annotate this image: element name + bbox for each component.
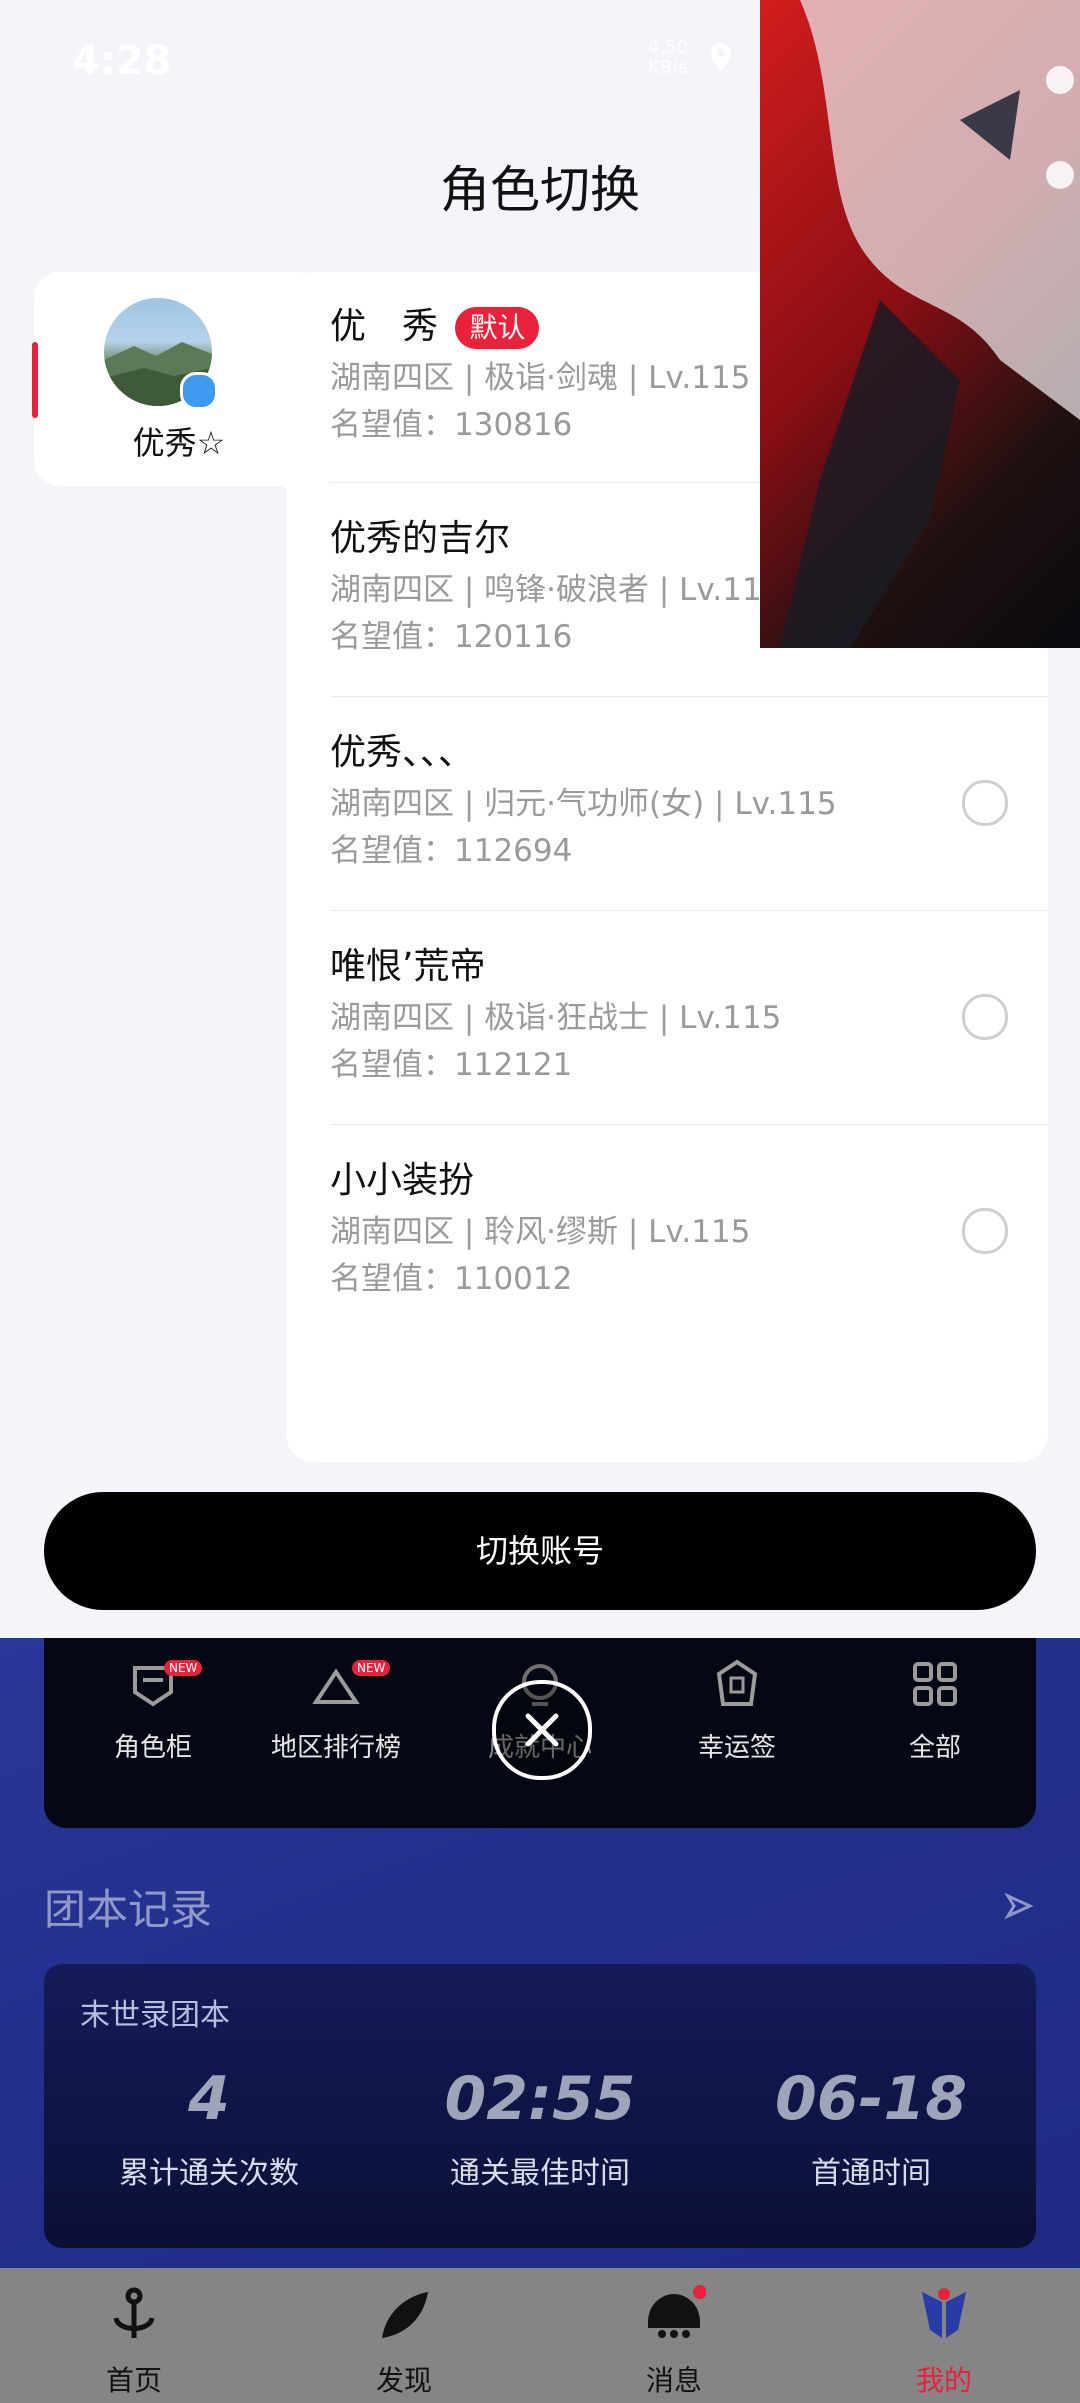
raid-stat-label: 通关最佳时间 xyxy=(450,2156,630,2191)
tab-label: 消息 xyxy=(645,2364,702,2397)
raid-card[interactable]: 末世录团本 4 累计通关次数 02:55 通关最佳时间 06-18 首通时间 xyxy=(44,1964,1036,2248)
role-name: 优 秀 xyxy=(330,306,439,347)
role-name: 优秀、、、 xyxy=(330,732,475,773)
tab-messages[interactable]: 消息 xyxy=(594,2282,754,2399)
tab-home[interactable]: 首页 xyxy=(54,2282,214,2399)
default-badge: 默认 xyxy=(455,307,540,349)
tab-label: 发现 xyxy=(375,2364,432,2397)
bottom-tab-bar: 首页 发现 消息 我的 xyxy=(0,2268,1080,2403)
quick-item-label: 角色柜 xyxy=(113,1733,192,1763)
quick-item-region-rank[interactable]: NEW 地区排行榜 xyxy=(266,1658,406,1764)
network-speed: 4.50 KB/s xyxy=(648,37,689,78)
location-icon xyxy=(711,42,731,72)
raid-stat: 4 累计通关次数 xyxy=(44,2064,374,2192)
profile-icon xyxy=(922,2288,966,2338)
tab-discover[interactable]: 发现 xyxy=(324,2282,484,2399)
divider xyxy=(330,1124,1050,1125)
selected-indicator xyxy=(32,342,38,418)
message-icon xyxy=(648,2285,707,2338)
raid-section-title: 团本记录 xyxy=(44,1885,213,1934)
close-button[interactable] xyxy=(492,1680,592,1780)
role-item[interactable]: 唯恨’荒帝 湖南四区 | 极诣·狂战士 | Lv.115 名望值：112121 xyxy=(330,942,1010,1090)
anchor-icon xyxy=(113,2287,155,2338)
role-item[interactable]: 优秀、、、 湖南四区 | 归元·气功师(女) | Lv.115 名望值：1126… xyxy=(330,728,1010,876)
role-reputation: 名望值：110012 xyxy=(330,1261,573,1297)
arrow-right-icon[interactable] xyxy=(1000,1886,1040,1926)
role-meta: 湖南四区 | 极诣·狂战士 | Lv.115 xyxy=(330,1000,782,1036)
account-name: 优秀☆ xyxy=(132,424,226,462)
raid-stat-label: 累计通关次数 xyxy=(119,2156,299,2191)
raid-stat-value: 02:55 xyxy=(444,2064,636,2134)
raid-stat-value: 4 xyxy=(188,2064,230,2134)
role-item[interactable]: 小小装扮 湖南四区 | 聆风·缪斯 | Lv.115 名望值：110012 xyxy=(330,1156,1010,1304)
quick-item-label: 全部 xyxy=(908,1733,961,1763)
qq-badge-icon xyxy=(180,372,218,410)
divider xyxy=(330,910,1050,911)
quick-item-label: 地区排行榜 xyxy=(270,1733,401,1763)
role-meta: 湖南四区 | 归元·气功师(女) | Lv.115 xyxy=(330,786,837,822)
new-badge: NEW xyxy=(352,1660,391,1676)
tab-label: 首页 xyxy=(105,2364,162,2397)
divider xyxy=(330,696,1050,697)
new-badge: NEW xyxy=(164,1660,203,1676)
account-card[interactable]: 优秀☆ xyxy=(32,272,324,486)
raid-stat-label: 首通时间 xyxy=(811,2156,931,2191)
role-name: 小小装扮 xyxy=(330,1160,475,1201)
switch-account-button[interactable]: 切换账号 xyxy=(44,1492,1036,1610)
grid-icon xyxy=(913,1662,957,1706)
role-radio[interactable] xyxy=(962,994,1008,1040)
lucky-draw-icon xyxy=(716,1659,758,1706)
leaf-icon xyxy=(382,2292,428,2338)
game-art-image xyxy=(760,0,1080,648)
tab-label: 我的 xyxy=(915,2364,972,2397)
raid-stat: 02:55 通关最佳时间 xyxy=(375,2064,705,2192)
role-radio[interactable] xyxy=(962,1208,1008,1254)
status-time: 4:28 xyxy=(72,38,172,84)
quick-item-role-cabinet[interactable]: NEW 角色柜 xyxy=(68,1658,238,1764)
raid-stat-value: 06-18 xyxy=(775,2064,967,2134)
role-reputation: 名望值：112121 xyxy=(330,1047,573,1083)
close-icon xyxy=(525,1713,559,1747)
role-meta: 湖南四区 | 聆风·缪斯 | Lv.115 xyxy=(330,1214,751,1250)
tab-me[interactable]: 我的 xyxy=(864,2282,1024,2399)
role-reputation: 名望值：112694 xyxy=(330,833,573,869)
raid-stat: 06-18 首通时间 xyxy=(706,2064,1036,2192)
raid-card-title: 末世录团本 xyxy=(80,1998,230,2033)
role-radio[interactable] xyxy=(962,780,1008,826)
quick-item-all[interactable]: 全部 xyxy=(850,1658,1020,1764)
quick-item-lucky-draw[interactable]: 幸运签 xyxy=(652,1658,822,1764)
quick-item-label: 幸运签 xyxy=(697,1733,776,1763)
role-name: 唯恨’荒帝 xyxy=(330,946,486,987)
